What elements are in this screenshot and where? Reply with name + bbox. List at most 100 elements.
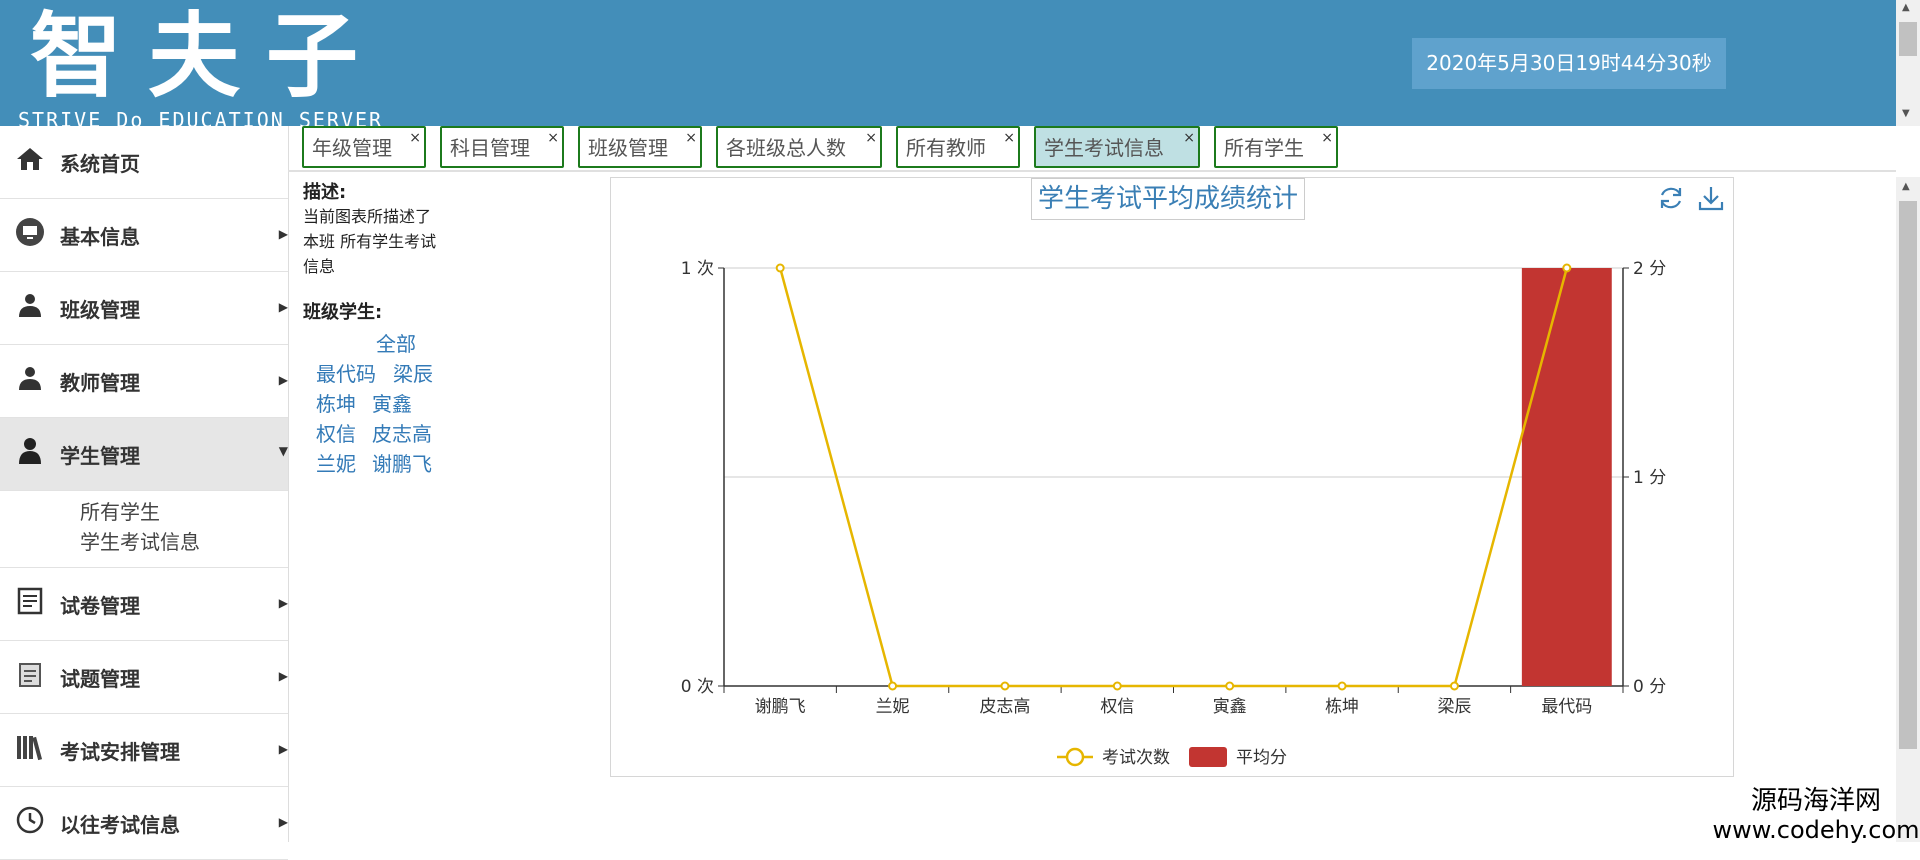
chart-title: 学生考试平均成绩统计 xyxy=(1031,178,1306,220)
line-point xyxy=(1337,681,1347,691)
sidebar-item-label: 试卷管理 xyxy=(60,593,140,618)
x-tick-label: 谢鹏飞 xyxy=(755,697,806,717)
chart-container: 0 次 1 次 0 分 1 分 2 分谢鹏飞 兰妮 皮志高 权信 寅鑫 栋坤 梁辰 最代码 考试次数 平均… xyxy=(610,177,1734,777)
refresh-icon[interactable] xyxy=(1657,184,1685,219)
student-icon xyxy=(0,437,60,472)
sidebar-item-label: 基本信息 xyxy=(60,224,140,249)
students-heading: 班级学生: xyxy=(303,302,383,323)
sidebar: 系统首页 基本信息 ▶ 班级管理 ▶ 教师管理 ▶ 学生管理 ▼ 所有学生 学生… xyxy=(0,126,289,860)
sidebar-item-teacher-management[interactable]: 教师管理 ▶ xyxy=(0,345,288,418)
download-icon[interactable] xyxy=(1697,184,1725,219)
scrollbar-thumb[interactable] xyxy=(1899,22,1917,56)
sidebar-item-exam-schedule[interactable]: 考试安排管理 ▶ xyxy=(0,714,288,787)
line-point xyxy=(775,263,785,273)
tab-all-teachers[interactable]: 所有教师 × xyxy=(896,126,1020,168)
sidebar-item-label: 以往考试信息 xyxy=(60,812,180,837)
line-point xyxy=(1562,263,1572,273)
sidebar-item-past-exams[interactable]: 以往考试信息 ▶ xyxy=(0,787,288,860)
sidebar-item-student-management[interactable]: 学生管理 ▼ xyxy=(0,418,288,491)
chevron-down-icon: ▼ xyxy=(278,444,288,458)
student-link[interactable]: 栋坤 xyxy=(316,388,356,417)
scroll-down-icon[interactable]: ▼ xyxy=(1902,108,1910,119)
tab-label: 年级管理 xyxy=(312,136,392,160)
watermark-title: 源码海洋网 xyxy=(1750,786,1881,816)
legend-label: 考试次数 xyxy=(1102,748,1170,768)
chevron-right-icon: ▶ xyxy=(278,373,288,387)
legend-line-marker-dot xyxy=(1065,747,1085,767)
y-left-tick-label: 0 次 xyxy=(681,677,714,697)
student-link[interactable]: 梁辰 xyxy=(393,358,433,387)
close-icon[interactable]: × xyxy=(865,118,877,158)
sidebar-item-label: 教师管理 xyxy=(60,370,140,395)
logo-subtitle: STRIVE Do EDUCATION SERVER xyxy=(18,108,384,126)
close-icon[interactable]: × xyxy=(1183,118,1195,158)
tab-label: 科目管理 xyxy=(450,136,530,160)
student-link[interactable]: 权信 xyxy=(316,418,356,447)
student-link[interactable]: 寅鑫 xyxy=(372,388,412,417)
sidebar-item-home[interactable]: 系统首页 xyxy=(0,126,288,199)
tab-subject-management[interactable]: 科目管理 × xyxy=(440,126,564,168)
description-panel: 描述: 当前图表所描述了 本班 所有学生考试 信息 xyxy=(303,178,463,279)
tab-label: 所有教师 xyxy=(906,136,986,160)
tab-class-totals[interactable]: 各班级总人数 × xyxy=(716,126,882,168)
books-icon xyxy=(0,733,60,768)
content-scrollbar[interactable]: ▲ xyxy=(1896,177,1920,842)
clock-icon xyxy=(0,806,60,841)
description-line: 本班 所有学生考试 xyxy=(303,232,437,251)
x-tick-label: 皮志高 xyxy=(979,697,1030,717)
paper-icon xyxy=(0,587,60,622)
sidebar-item-label: 学生管理 xyxy=(60,443,140,468)
scroll-up-icon[interactable]: ▲ xyxy=(1902,2,1910,13)
sidebar-item-basic-info[interactable]: 基本信息 ▶ xyxy=(0,199,288,272)
y-right-tick-label: 0 分 xyxy=(1633,677,1666,697)
submenu-item-all-students[interactable]: 所有学生 xyxy=(80,497,288,527)
tab-class-management[interactable]: 班级管理 × xyxy=(578,126,702,168)
watermark: 源码海洋网 www.codehy.com xyxy=(1712,786,1920,844)
tab-label: 班级管理 xyxy=(588,136,668,160)
close-icon[interactable]: × xyxy=(1003,118,1015,158)
y-right-tick-label: 1 分 xyxy=(1633,468,1666,488)
window-scrollbar[interactable]: ▲ ▼ xyxy=(1896,0,1920,126)
sidebar-item-question-management[interactable]: 试题管理 ▶ xyxy=(0,641,288,714)
line-point xyxy=(1112,681,1122,691)
student-link[interactable]: 最代码 xyxy=(316,358,376,387)
x-tick-label: 兰妮 xyxy=(876,697,910,717)
tab-bar: 年级管理 × 科目管理 × 班级管理 × 各班级总人数 × 所有教师 × 学生考… xyxy=(288,126,1896,172)
description-line: 信息 xyxy=(303,257,336,276)
student-link[interactable]: 兰妮 xyxy=(316,448,356,477)
sidebar-item-label: 考试安排管理 xyxy=(60,739,180,764)
close-icon[interactable]: × xyxy=(547,118,559,158)
app-header: 智夫子 STRIVE Do EDUCATION SERVER 2020年5月30… xyxy=(0,0,1920,126)
chevron-right-icon: ▶ xyxy=(278,596,288,610)
x-tick-label: 梁辰 xyxy=(1437,697,1471,717)
line-point xyxy=(1225,681,1235,691)
app-logo: 智夫子 xyxy=(30,2,385,110)
tab-student-exam-info[interactable]: 学生考试信息 × xyxy=(1034,126,1200,168)
student-link[interactable]: 谢鹏飞 xyxy=(372,448,432,477)
close-icon[interactable]: × xyxy=(409,118,421,158)
student-link[interactable]: 皮志高 xyxy=(372,418,432,447)
tab-grade-management[interactable]: 年级管理 × xyxy=(302,126,426,168)
x-tick-label: 寅鑫 xyxy=(1213,697,1247,717)
scroll-up-icon[interactable]: ▲ xyxy=(1902,181,1910,192)
home-icon xyxy=(0,146,60,179)
tab-all-students[interactable]: 所有学生 × xyxy=(1214,126,1338,168)
sidebar-item-paper-management[interactable]: 试卷管理 ▶ xyxy=(0,568,288,641)
scrollbar-thumb[interactable] xyxy=(1899,201,1917,749)
sidebar-item-label: 班级管理 xyxy=(60,297,140,322)
users-icon xyxy=(0,292,60,325)
close-icon[interactable]: × xyxy=(1321,118,1333,158)
question-icon xyxy=(0,660,60,695)
monitor-icon xyxy=(0,217,60,254)
student-link-all[interactable]: 全部 xyxy=(376,328,416,357)
close-icon[interactable]: × xyxy=(685,118,697,158)
chevron-right-icon: ▶ xyxy=(278,227,288,241)
line-point xyxy=(1449,681,1459,691)
description-line: 当前图表所描述了 xyxy=(303,207,432,226)
submenu-item-exam-info[interactable]: 学生考试信息 xyxy=(80,527,288,557)
legend-bar-marker xyxy=(1189,747,1227,767)
student-submenu: 所有学生 学生考试信息 xyxy=(0,491,288,568)
tab-label: 所有学生 xyxy=(1224,136,1304,160)
sidebar-item-class-management[interactable]: 班级管理 ▶ xyxy=(0,272,288,345)
description-heading: 描述: xyxy=(303,182,347,203)
